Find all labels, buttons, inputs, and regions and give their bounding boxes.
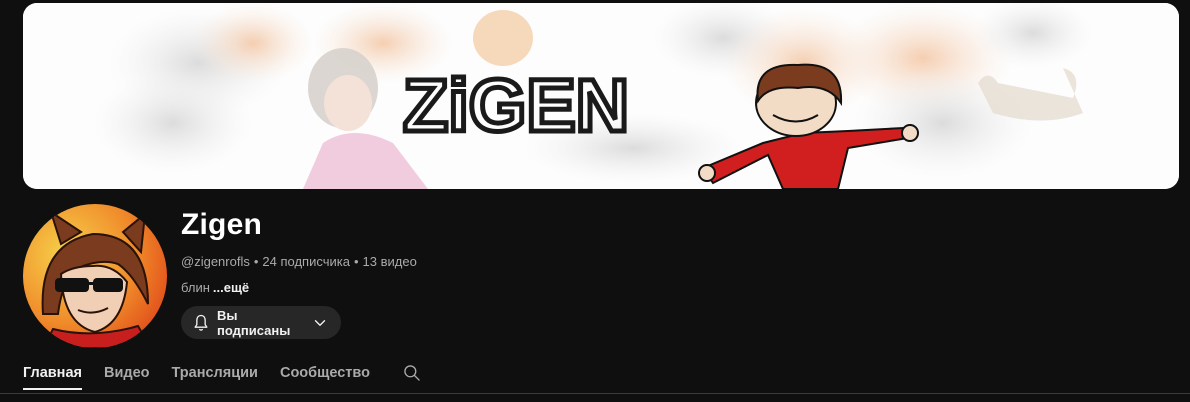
tab-videos[interactable]: Видео bbox=[104, 365, 150, 381]
channel-page: ZiGEN Zigen @zigenrofls • 24 подписчика … bbox=[0, 0, 1190, 402]
tabs-divider bbox=[0, 393, 1190, 394]
tab-community[interactable]: Сообщество bbox=[280, 365, 370, 381]
video-count: 13 видео bbox=[362, 254, 417, 269]
tab-live[interactable]: Трансляции bbox=[172, 365, 258, 381]
subscribed-label: Вы подписаны bbox=[217, 307, 291, 338]
search-icon[interactable] bbox=[402, 363, 422, 383]
channel-meta: @zigenrofls • 24 подписчика • 13 видео bbox=[181, 254, 417, 269]
avatar-artwork bbox=[23, 204, 167, 348]
description-text: блин bbox=[181, 280, 210, 295]
banner-logo: ZiGEN bbox=[403, 64, 629, 147]
subscribed-button[interactable]: Вы подписаны bbox=[181, 306, 341, 339]
channel-description[interactable]: блин ...ещё bbox=[181, 280, 249, 295]
meta-separator: • bbox=[353, 254, 359, 269]
channel-name: Zigen bbox=[181, 208, 262, 241]
channel-handle[interactable]: @zigenrofls bbox=[181, 254, 250, 269]
meta-separator: • bbox=[253, 254, 259, 269]
bell-icon bbox=[191, 313, 211, 333]
chevron-down-icon bbox=[311, 314, 329, 332]
banner-artwork: ZiGEN bbox=[23, 3, 1179, 189]
channel-tabs: Главная Видео Трансляции Сообщество bbox=[23, 360, 422, 390]
tab-home[interactable]: Главная bbox=[23, 365, 82, 390]
subscriber-count: 24 подписчика bbox=[262, 254, 350, 269]
channel-avatar[interactable] bbox=[23, 204, 167, 348]
more-link[interactable]: ...ещё bbox=[213, 280, 249, 295]
channel-banner: ZiGEN bbox=[23, 3, 1179, 189]
